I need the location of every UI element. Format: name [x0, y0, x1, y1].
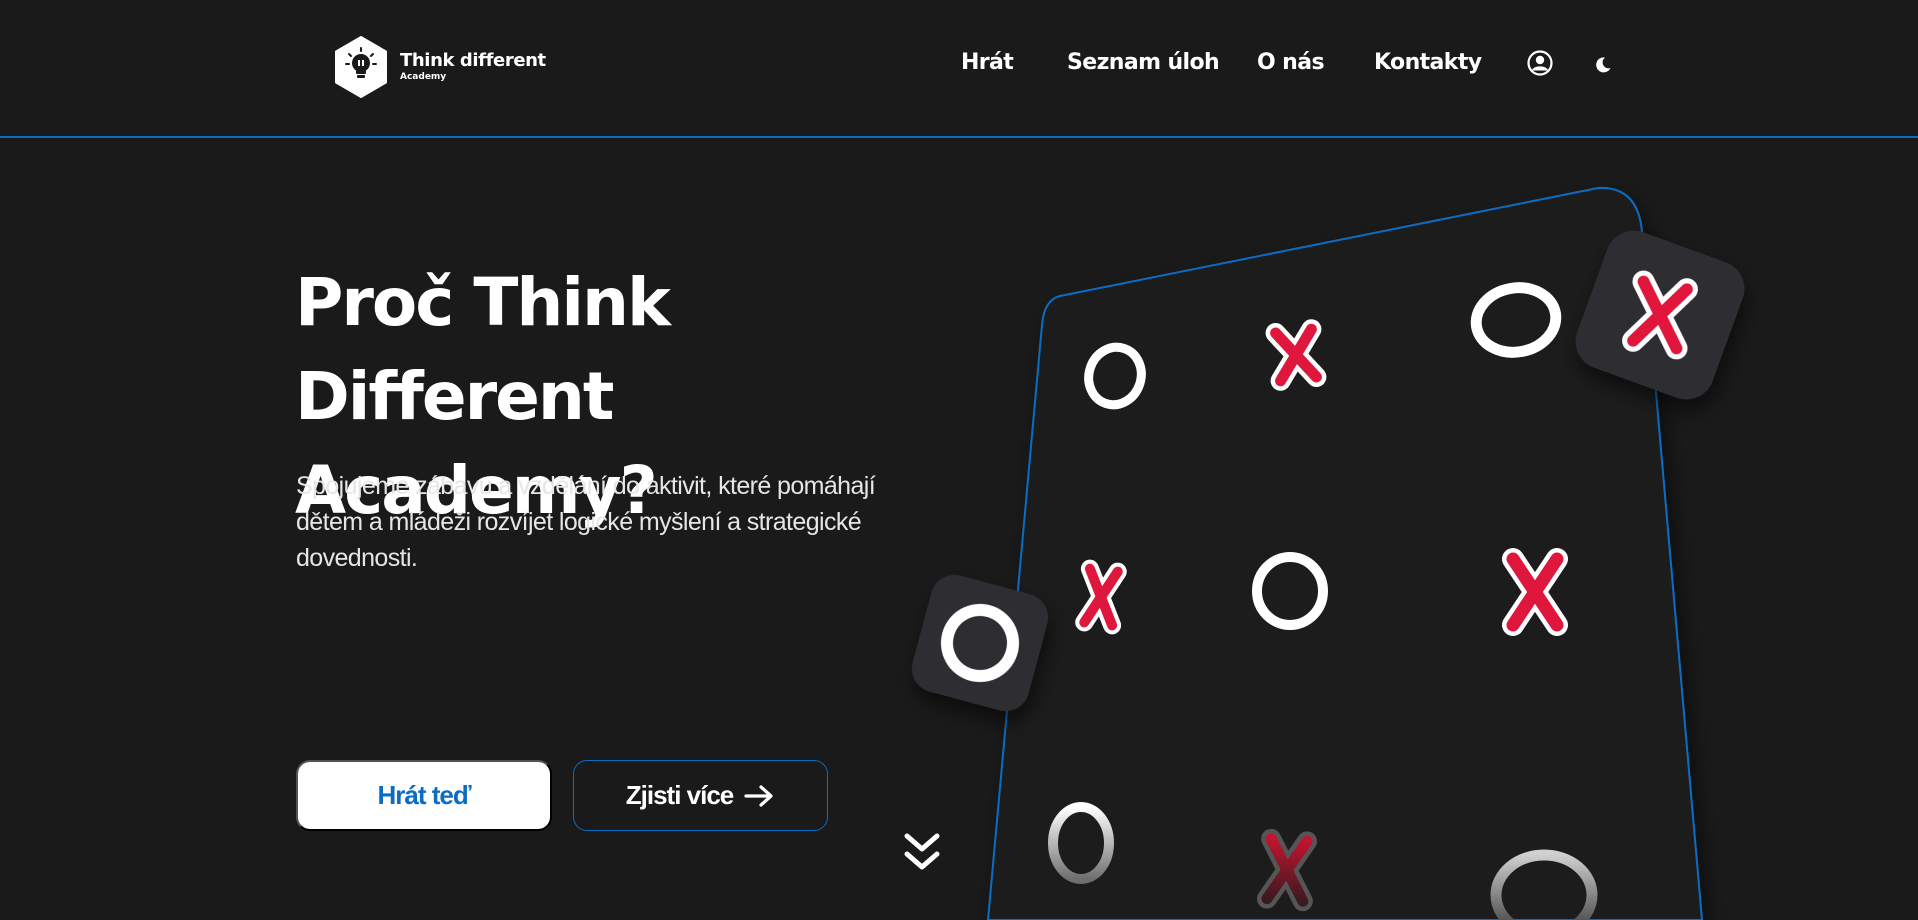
tic-tac-toe-illustration	[911, 186, 1745, 920]
o-mark	[1252, 552, 1328, 630]
o-mark	[1470, 282, 1562, 358]
x-mark	[1075, 559, 1127, 635]
logo-title: Think different	[400, 50, 546, 71]
learn-more-button-label: Zjisti více	[625, 780, 734, 810]
hero-description-line-3: dovednosti.	[296, 544, 418, 572]
lightbulb-logo-icon	[335, 36, 387, 98]
nav-link-o-nas[interactable]: O nás	[1257, 50, 1325, 75]
arrow-right-icon	[744, 784, 773, 807]
x-mark	[1265, 319, 1327, 391]
hero-description-line-1: Spojujeme zábavu a vzdělání do aktivit, …	[296, 472, 876, 500]
o-mark	[1490, 849, 1598, 920]
learn-more-button[interactable]: Zjisti více	[573, 760, 828, 831]
logo-text: Think different Academy	[400, 52, 546, 82]
x-mark	[1256, 828, 1318, 912]
x-mark	[1502, 548, 1568, 636]
floating-x-tile	[1575, 230, 1745, 400]
chevron-double-down-icon[interactable]	[903, 832, 941, 874]
nav-link-kontakty[interactable]: Kontakty	[1374, 50, 1482, 75]
o-mark	[1048, 802, 1114, 884]
moon-icon[interactable]	[1594, 56, 1612, 74]
o-mark	[1084, 342, 1146, 410]
floating-o-tile	[911, 574, 1049, 712]
site-header: Think different Academy Hrát Seznam úloh…	[0, 0, 1918, 138]
play-now-button[interactable]: Hrát teď	[296, 760, 552, 831]
hero-title-line-1: Proč Think Different	[295, 264, 671, 435]
play-now-button-label: Hrát teď	[377, 780, 471, 810]
logo-subtitle: Academy	[400, 72, 447, 82]
nav-link-seznam-uloh[interactable]: Seznam úloh	[1067, 50, 1220, 75]
game-board	[986, 186, 1704, 920]
hero-description-line-2: dětem a mládeži rozvíjet logické myšlení…	[296, 508, 862, 536]
nav-link-hrat[interactable]: Hrát	[961, 50, 1014, 75]
hero-description: Spojujeme zábavu a vzdělání do aktivit, …	[296, 468, 936, 576]
user-circle-icon[interactable]	[1527, 50, 1553, 76]
logo[interactable]: Think different Academy	[334, 36, 546, 98]
